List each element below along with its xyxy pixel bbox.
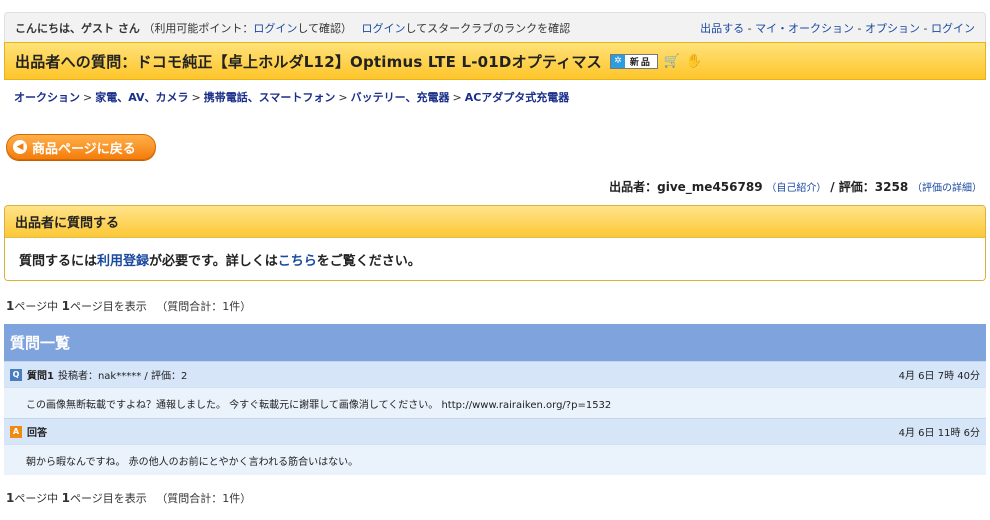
- delivery-icon: ✋: [686, 53, 703, 69]
- nav-login-link[interactable]: ログイン: [931, 22, 975, 35]
- breadcrumb: オークション > 家電、AV、カメラ > 携帯電話、スマートフォン > バッテリー、充電器 >…: [14, 91, 570, 104]
- answer-row: A 回答 4月 6日 11時 6分: [4, 418, 986, 444]
- pagination-bottom: 1ページ中 1ページ目を表示 （質問合計：1件）: [6, 491, 252, 505]
- ask-seller-box: 出品者に質問する 質問するには 利用登録 が必要です。詳しくは こちら をご覧ください。: [4, 205, 986, 281]
- answer-time: 4月 6日 11時 6分: [898, 428, 980, 439]
- register-link[interactable]: 利用登録: [97, 250, 149, 269]
- nav-my-auction-link[interactable]: マイ・オークション: [755, 22, 854, 35]
- guest-name: ゲスト さん: [81, 21, 140, 35]
- details-link[interactable]: こちら: [278, 250, 317, 269]
- nav-option-link[interactable]: オプション: [865, 22, 920, 35]
- seller-label: 出品者：: [609, 180, 658, 194]
- crumb-ac-adapter[interactable]: ACアダプタ式充電器: [465, 91, 570, 104]
- question-list-header: 質問一覧: [4, 324, 986, 361]
- greeting: こんにちは、ゲスト さん （利用可能ポイント：ログインして確認） ログインしてス…: [15, 20, 570, 36]
- rating-label: / 評価：: [830, 180, 875, 194]
- back-button-label: 商品ページに戻る: [32, 141, 136, 157]
- question-body: この画像無断転載ですよね？通報しました。 今すぐ転載元に謝罪して画像消してくださ…: [4, 387, 986, 418]
- question-label: 質問1: [27, 371, 54, 382]
- top-bar: こんにちは、ゲスト さん （利用可能ポイント：ログインして確認） ログインしてス…: [4, 12, 986, 42]
- seller-rating[interactable]: 3258: [875, 180, 908, 194]
- star-club-text: してスタークラブのランクを確認: [405, 21, 571, 35]
- back-to-item-button[interactable]: ◀ 商品ページに戻る: [6, 134, 156, 160]
- ask-seller-body: 質問するには 利用登録 が必要です。詳しくは こちら をご覧ください。: [5, 238, 985, 280]
- crumb-battery[interactable]: バッテリー、充電器: [351, 91, 450, 104]
- back-arrow-icon: ◀: [13, 140, 27, 154]
- question-row: Q 質問1 投稿者：nak***** / 評価：2 4月 6日 7時 40分: [4, 361, 986, 387]
- question-meta: 投稿者：nak***** / 評価：2: [57, 371, 188, 382]
- seller-id[interactable]: give_me456789: [657, 180, 762, 194]
- answer-body: 朝から暇なんですね。 赤の他人のお前にとやかく言われる筋合いはない。: [4, 444, 986, 475]
- seller-intro-link[interactable]: （自己紹介）: [766, 183, 826, 194]
- page-title: 出品者への質問：ドコモ純正【卓上ホルダL12】Optimus LTE L-01D…: [15, 52, 602, 71]
- answer-icon: A: [10, 425, 22, 438]
- points-suffix: して確認）: [297, 21, 353, 35]
- answer-label: 回答: [27, 428, 47, 439]
- nav-sell-link[interactable]: 出品する: [700, 22, 744, 35]
- question-time: 4月 6日 7時 40分: [898, 371, 980, 382]
- question-icon: Q: [10, 368, 22, 381]
- question-count: （質問合計：1件）: [156, 300, 252, 313]
- new-item-badge: ✲ 新品: [609, 53, 658, 69]
- seller-info: 出品者：give_me456789 （自己紹介） / 評価：3258 （評価の詳…: [609, 178, 982, 195]
- points-prefix: （利用可能ポイント：: [143, 21, 254, 35]
- question-list: 質問一覧 Q 質問1 投稿者：nak***** / 評価：2 4月 6日 7時 …: [4, 324, 986, 475]
- crumb-mobile[interactable]: 携帯電話、スマートフォン: [204, 91, 336, 104]
- points-login-link[interactable]: ログイン: [253, 22, 297, 35]
- crumb-electronics[interactable]: 家電、AV、カメラ: [95, 91, 188, 104]
- crumb-auction[interactable]: オークション: [14, 91, 80, 104]
- new-star-icon: ✲: [610, 54, 625, 68]
- top-nav: 出品する - マイ・オークション - オプション - ログイン: [700, 21, 975, 35]
- ask-seller-header: 出品者に質問する: [5, 206, 985, 238]
- title-bar: 出品者への質問：ドコモ純正【卓上ホルダL12】Optimus LTE L-01D…: [4, 42, 986, 80]
- star-login-link[interactable]: ログイン: [362, 22, 406, 35]
- rating-detail-link[interactable]: （評価の詳細）: [912, 183, 982, 194]
- new-badge-label: 新品: [629, 57, 652, 68]
- greeting-text: こんにちは、: [15, 21, 81, 35]
- cart-icon: 🛒: [663, 53, 681, 69]
- pagination-top: 1ページ中 1ページ目を表示 （質問合計：1件）: [6, 299, 252, 313]
